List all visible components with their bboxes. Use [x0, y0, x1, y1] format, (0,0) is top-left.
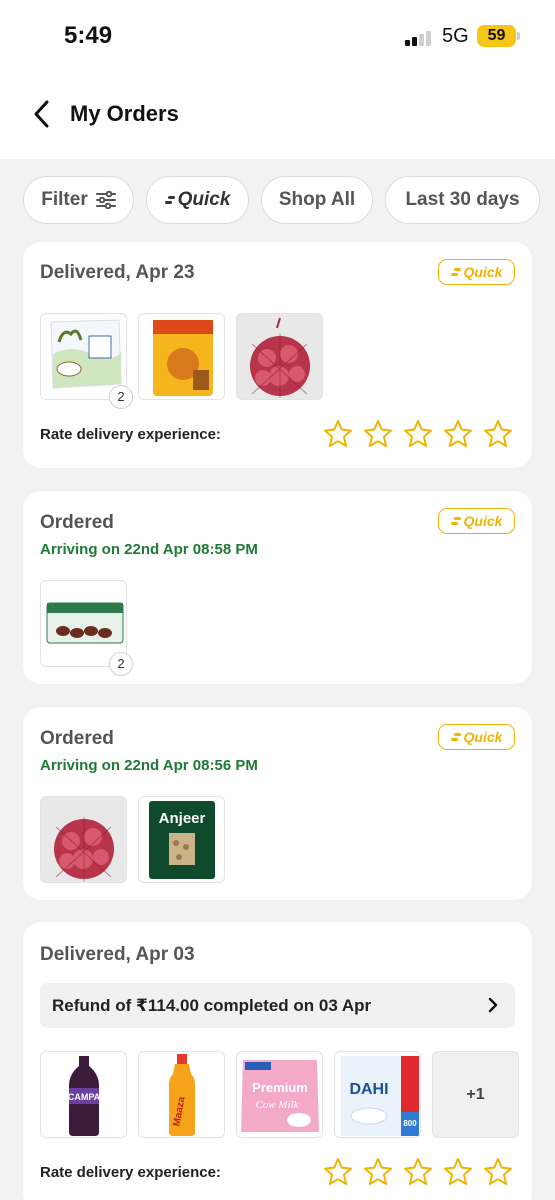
star-icon[interactable]: [443, 419, 473, 449]
milk-label-text-2: Cow Milk: [255, 1099, 299, 1111]
status-bar: 5:49 5G 59: [0, 0, 555, 72]
product-thumbnail[interactable]: Premium Cow Milk: [236, 1051, 323, 1138]
star-icon[interactable]: [363, 1157, 393, 1187]
star-icon[interactable]: [403, 419, 433, 449]
order-status-title: Ordered: [40, 512, 114, 533]
shop-all-label: Shop All: [278, 189, 356, 210]
star-icon[interactable]: [323, 419, 353, 449]
maaza-bottle-image: Maaza: [169, 1054, 195, 1136]
product-thumbnail[interactable]: [138, 313, 225, 400]
battery-icon: 59: [477, 25, 516, 47]
anjeer-pack-image: Anjeer: [149, 801, 215, 879]
star-icon[interactable]: [483, 419, 513, 449]
order-card[interactable]: Ordered Arriving on 22nd Apr 08:56 PM Qu…: [23, 707, 532, 900]
star-icon[interactable]: [443, 1157, 473, 1187]
star-icon[interactable]: [363, 419, 393, 449]
quick-mark-icon: [450, 732, 461, 742]
battery-tip: [517, 32, 520, 40]
network-type: 5G: [442, 25, 469, 47]
status-time: 5:49: [64, 22, 113, 49]
quantity-badge: 2: [109, 385, 133, 409]
snack-pack-image: [153, 320, 213, 396]
rate-delivery-label: Rate delivery experience:: [40, 1164, 221, 1181]
dahi-weight-text: 800: [403, 1119, 417, 1128]
shop-all-chip[interactable]: Shop All: [261, 176, 373, 224]
product-thumbnail[interactable]: Anjeer: [138, 796, 225, 883]
header: My Orders: [0, 72, 555, 159]
quick-chip[interactable]: Quick: [146, 176, 249, 224]
order-card[interactable]: Delivered, Apr 23 Quick 2 Rate delivery …: [23, 242, 532, 468]
refund-status-text: Refund of ₹114.00 completed on 03 Apr: [52, 996, 372, 1015]
order-status-title: Delivered, Apr 03: [40, 944, 195, 965]
product-thumbnail[interactable]: DAHI 800: [334, 1051, 421, 1138]
quick-chip-label: Quick: [177, 189, 231, 210]
rating-stars: [323, 419, 513, 449]
onion-bag-image: [237, 314, 322, 399]
quick-badge: Quick: [438, 724, 515, 750]
sliders-icon: [95, 191, 116, 209]
order-card[interactable]: Delivered, Apr 03 Refund of ₹114.00 comp…: [23, 922, 532, 1200]
quick-badge: Quick: [438, 508, 515, 534]
quick-badge-label: Quick: [463, 729, 503, 745]
date-range-chip[interactable]: Last 30 days: [385, 176, 540, 224]
rate-delivery-label: Rate delivery experience:: [40, 426, 221, 443]
order-status-title: Delivered, Apr 23: [40, 262, 195, 283]
quick-mark-icon: [164, 195, 175, 205]
chevron-right-icon: [488, 997, 498, 1013]
date-range-label: Last 30 days: [405, 189, 520, 210]
rating-stars: [323, 1157, 513, 1187]
star-icon[interactable]: [483, 1157, 513, 1187]
quick-badge-label: Quick: [463, 513, 503, 529]
star-icon[interactable]: [403, 1157, 433, 1187]
product-thumbnail[interactable]: [40, 796, 127, 883]
dahi-label-text: DAHI: [349, 1081, 388, 1098]
star-icon[interactable]: [323, 1157, 353, 1187]
onion-bag-image: [41, 797, 126, 882]
quick-mark-icon: [450, 516, 461, 526]
arrival-time: Arriving on 22nd Apr 08:58 PM: [40, 541, 258, 558]
refund-status-row[interactable]: Refund of ₹114.00 completed on 03 Apr: [40, 983, 515, 1028]
filter-chip[interactable]: Filter: [23, 176, 134, 224]
product-thumbnail[interactable]: [236, 313, 323, 400]
arrival-time: Arriving on 22nd Apr 08:56 PM: [40, 757, 258, 774]
quick-mark-icon: [450, 267, 461, 277]
anjeer-pack-text: Anjeer: [159, 810, 206, 827]
milk-packet-image: Premium Cow Milk: [241, 1060, 319, 1132]
order-card[interactable]: Ordered Arriving on 22nd Apr 08:58 PM Qu…: [23, 491, 532, 684]
quick-badge-label: Quick: [463, 264, 503, 280]
back-button[interactable]: [28, 98, 56, 130]
filter-label: Filter: [41, 189, 88, 210]
dahi-tub-image: DAHI 800: [341, 1056, 419, 1136]
product-thumbnail[interactable]: CAMPA: [40, 1051, 127, 1138]
more-items-tile[interactable]: +1: [432, 1051, 519, 1138]
page-title: My Orders: [70, 101, 179, 126]
cola-bottle-image: CAMPA: [68, 1056, 101, 1136]
quick-badge: Quick: [438, 259, 515, 285]
chevron-left-icon: [34, 100, 49, 128]
quantity-badge: 2: [109, 652, 133, 676]
quick-logo: Quick: [164, 189, 231, 211]
product-thumbnail[interactable]: Maaza: [138, 1051, 225, 1138]
cola-label-text: CAMPA: [68, 1092, 101, 1102]
milk-label-text: Premium: [252, 1080, 308, 1095]
order-status-title: Ordered: [40, 728, 114, 749]
signal-icon: [405, 30, 435, 46]
